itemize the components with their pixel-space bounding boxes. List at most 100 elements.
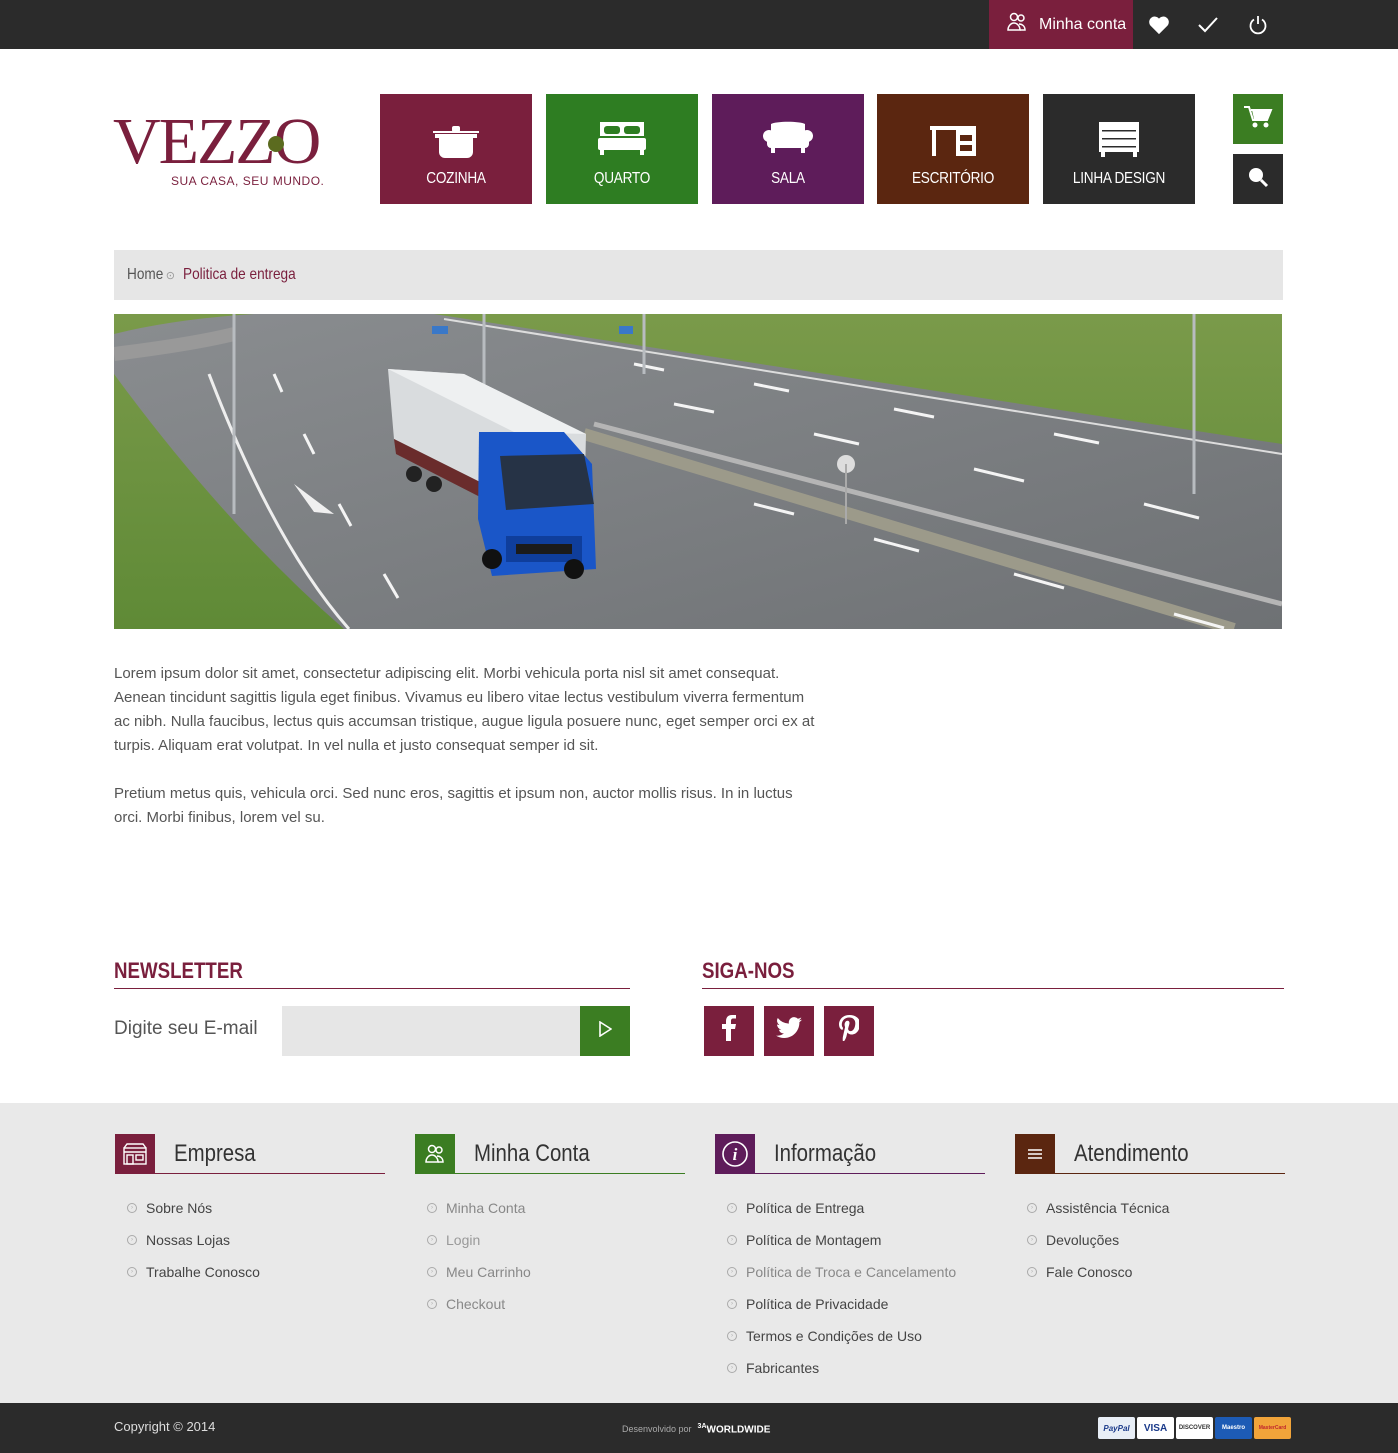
circle-arrow-icon: › [1027,1203,1037,1213]
circle-arrow-icon: › [727,1331,737,1341]
footer-column-informacao: i Informação › Política de Entrega › Polít… [715,1133,985,1384]
footer-link[interactable]: › Meu Carrinho [427,1256,685,1288]
content: Lorem ipsum dolor sit amet, consectetur … [114,662,824,854]
content-paragraph: Lorem ipsum dolor sit amet, consectetur … [114,665,815,754]
twitter-button[interactable] [764,1006,814,1056]
footer-column-title: Atendimento [1074,1139,1189,1167]
footer-link[interactable]: › Política de Troca e Cancelamento [727,1256,985,1288]
circle-arrow-icon: › [727,1299,737,1309]
logo[interactable]: VEZZO SUA CASA, SEU MUNDO. [113,105,324,190]
circle-arrow-icon: › [127,1267,137,1277]
paypal-badge: PayPal [1098,1417,1135,1439]
pot-icon [431,120,481,165]
footer-link[interactable]: › Política de Montagem [727,1224,985,1256]
pinterest-button[interactable] [824,1006,874,1056]
breadcrumb: Home ⊙ Politica de entrega [114,250,1283,300]
content-paragraph: Pretium metus quis, vehicula orci. Sed n… [114,785,793,826]
logo-brand: VEZZO [113,105,321,178]
footer-column-title: Minha Conta [474,1139,590,1167]
bed-icon [596,120,648,161]
maestro-badge: Maestro [1215,1417,1252,1439]
logo-tagline: SUA CASA, SEU MUNDO. [171,174,325,188]
breadcrumb-separator-icon: ⊙ [165,269,175,282]
circle-arrow-icon: › [427,1203,437,1213]
logo-olive-dot [268,136,284,152]
category-label: ESCRITÓRIO [911,170,995,187]
my-account-label: Minha conta [1039,15,1127,33]
circle-arrow-icon: › [127,1203,137,1213]
footer-link[interactable]: › Login [427,1224,685,1256]
info-icon: i [715,1133,755,1174]
pinterest-icon [839,1014,861,1048]
menu-icon [1015,1133,1055,1174]
developer-credit[interactable]: Desenvolvido por 3AWORLDWIDE [622,1423,770,1435]
discover-badge: DISCOVER [1176,1417,1213,1439]
visa-badge: VISA [1137,1417,1174,1439]
category-label: QUARTO [593,170,651,187]
category-cozinha[interactable]: COZINHA [380,94,532,204]
search-button[interactable] [1233,154,1283,204]
footer-column-atendimento: Atendimento › Assistência Técnica › Devolu… [1015,1133,1285,1288]
footer-link[interactable]: › Assistência Técnica [1027,1192,1285,1224]
sofa-icon [763,120,813,159]
circle-arrow-icon: › [427,1235,437,1245]
facebook-icon [721,1014,737,1048]
play-arrow-icon [598,1020,613,1042]
category-linha-design[interactable]: LINHA DESIGN [1043,94,1195,204]
category-sala[interactable]: SALA [712,94,864,204]
svg-text:i: i [733,1145,738,1164]
breadcrumb-home[interactable]: Home [127,266,163,284]
users-icon [415,1133,455,1174]
category-label: COZINHA [426,170,486,187]
footer-link[interactable]: › Checkout [427,1288,685,1320]
search-icon [1247,166,1269,193]
circle-arrow-icon: › [1027,1235,1037,1245]
footer-link[interactable]: › Termos e Condições de Uso [727,1320,985,1352]
footer-link[interactable]: › Sobre Nós [127,1192,385,1224]
footer-link[interactable]: › Fabricantes [727,1352,985,1384]
circle-arrow-icon: › [727,1203,737,1213]
drawers-icon [1097,120,1141,163]
footer-link[interactable]: › Nossas Lojas [127,1224,385,1256]
my-account-button[interactable]: Minha conta [989,0,1133,49]
footer-link[interactable]: › Política de Entrega [727,1192,985,1224]
top-bar: Minha conta [0,0,1398,49]
cart-button[interactable] [1233,94,1283,144]
cart-icon [1243,105,1273,134]
circle-arrow-icon: › [427,1267,437,1277]
check-icon[interactable] [1195,12,1221,38]
newsletter-title: NEWSLETTER [114,958,243,983]
footer-column-title: Informação [774,1139,877,1167]
circle-arrow-icon: › [1027,1267,1037,1277]
circle-arrow-icon: › [727,1235,737,1245]
newsletter-submit-button[interactable] [580,1006,630,1056]
footer-link[interactable]: › Minha Conta [427,1192,685,1224]
category-escritorio[interactable]: ESCRITÓRIO [877,94,1029,204]
power-icon[interactable] [1245,12,1271,38]
newsletter-email-input[interactable] [282,1006,580,1056]
footer-link[interactable]: › Fale Conosco [1027,1256,1285,1288]
category-quarto[interactable]: QUARTO [546,94,698,204]
footer-column-title: Empresa [174,1139,256,1167]
follow-title: SIGA-NOS [702,958,795,983]
users-icon [1005,10,1029,39]
category-label: SALA [771,170,805,187]
twitter-icon [776,1016,802,1046]
footer-link[interactable]: › Política de Privacidade [727,1288,985,1320]
desk-icon [928,120,978,163]
newsletter-label: Digite seu E-mail [114,1018,258,1039]
hero-image [114,314,1282,629]
follow-divider [702,988,1284,989]
footer-column-minha-conta: Minha Conta › Minha Conta › Login › Meu Car… [415,1133,685,1320]
circle-arrow-icon: › [427,1299,437,1309]
footer-link[interactable]: › Devoluções [1027,1224,1285,1256]
circle-arrow-icon: › [727,1363,737,1373]
newsletter-divider [114,988,630,989]
category-label: LINHA DESIGN [1072,170,1166,187]
footer-column-empresa: Empresa › Sobre Nós › Nossas Lojas › Trabal… [115,1133,385,1288]
store-icon [115,1133,155,1174]
facebook-button[interactable] [704,1006,754,1056]
footer-link[interactable]: › Trabalhe Conosco [127,1256,385,1288]
copyright: Copyright © 2014 [114,1419,216,1434]
heart-icon[interactable] [1146,12,1172,38]
